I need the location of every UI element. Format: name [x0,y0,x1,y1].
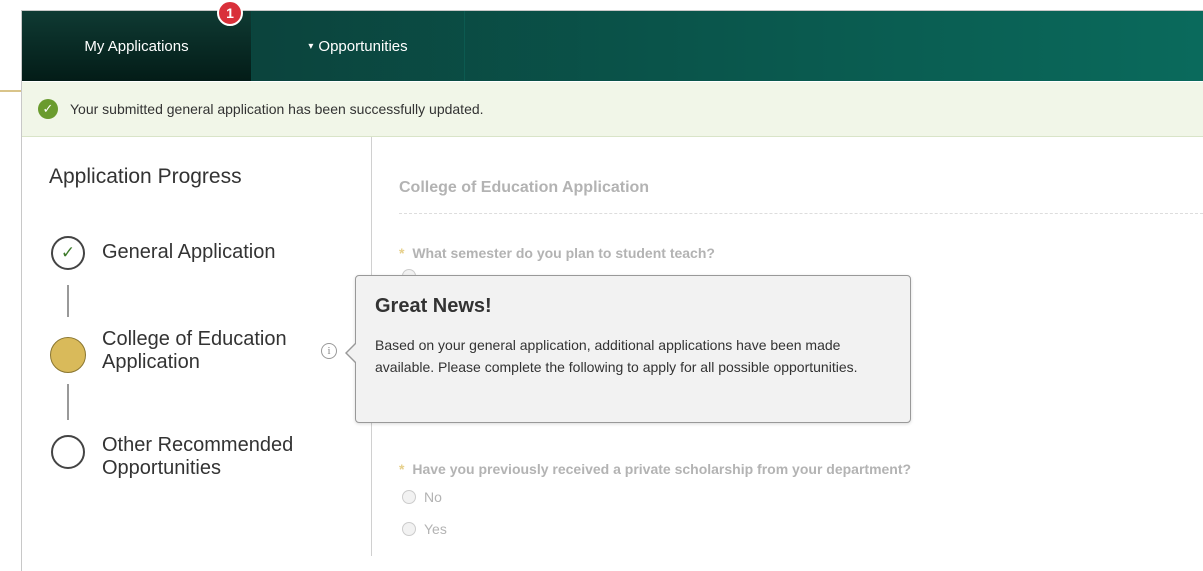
question-text: Have you previously received a private s… [412,461,912,477]
sidebar-title: Application Progress [49,165,242,188]
popover-arrow-fill [347,343,357,363]
step-complete-check-icon: ✓ [51,236,85,270]
tab-my-applications[interactable]: My Applications [22,11,252,81]
question-private-scholarship: * Have you previously received a private… [399,461,911,477]
step-current-circle-icon [50,337,86,373]
required-marker: * [399,245,405,261]
step-connector [67,384,69,420]
success-alert: ✓ Your submitted general application has… [22,82,1203,137]
check-circle-icon: ✓ [38,99,58,119]
radio-option-no[interactable]: No [402,489,442,505]
outer-divider [0,90,22,92]
tab-my-applications-label: My Applications [84,37,189,55]
radio-option-yes[interactable]: Yes [402,521,447,537]
step-other-opportunities-label: Other Recommended Opportunities [102,434,294,479]
application-progress-sidebar: Application Progress ✓ General Applicati… [22,137,372,556]
question-text: What semester do you plan to student tea… [412,245,715,261]
info-icon[interactable]: i [321,343,337,359]
step-connector [67,285,69,317]
caret-down-icon: ▾ [308,40,314,52]
form-title: College of Education Application [399,179,650,196]
required-marker: * [399,461,405,477]
radio-label: No [424,489,442,505]
top-navigation: My Applications ▾ Opportunities [22,11,1203,81]
step-pending-circle-icon [51,435,85,469]
popover-title: Great News! [375,295,492,317]
alert-message: Your submitted general application has b… [70,101,484,117]
step-general-application[interactable]: General Application [102,241,275,264]
radio-button[interactable] [402,490,416,504]
radio-label: Yes [424,521,447,537]
popover-body: Based on your general application, addit… [375,337,858,375]
radio-button[interactable] [402,522,416,536]
question-student-teach-semester: * What semester do you plan to student t… [399,245,715,261]
step-college-of-education-label: College of Education Application [102,328,287,373]
tab-opportunities[interactable]: ▾ Opportunities [252,11,465,81]
step-college-of-education[interactable]: College of Education Application [102,328,317,374]
notification-badge: 1 [217,0,243,26]
great-news-popover: Great News! Based on your general applic… [345,275,911,423]
form-divider [399,213,1203,214]
tab-opportunities-label: Opportunities [318,37,408,55]
step-other-opportunities[interactable]: Other Recommended Opportunities [102,434,332,480]
